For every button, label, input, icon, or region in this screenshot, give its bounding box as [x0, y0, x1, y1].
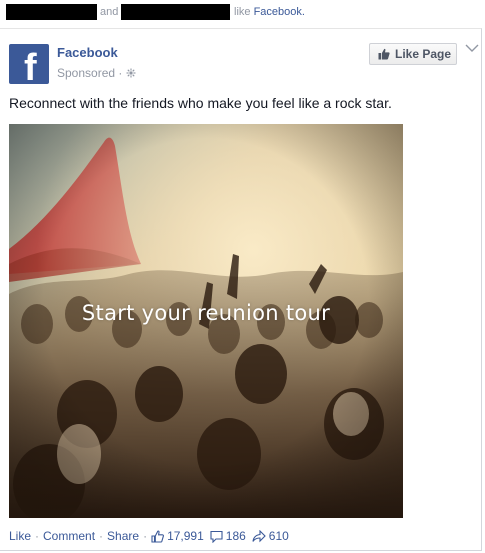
- like-link[interactable]: Like: [9, 529, 31, 543]
- chevron-down-icon[interactable]: [465, 43, 479, 53]
- social-context: and like Facebook.: [0, 0, 485, 24]
- sponsored-post: f Facebook Sponsored · Like Page Reconne…: [0, 28, 482, 551]
- context-and: and: [100, 6, 119, 18]
- share-link[interactable]: Share: [107, 529, 139, 543]
- context-like: like Facebook.: [234, 6, 305, 18]
- post-text: Reconnect with the friends who make you …: [9, 95, 392, 111]
- likes-count[interactable]: 17,991: [151, 529, 204, 543]
- share-arrow-icon: [252, 529, 266, 542]
- facebook-logo-icon: f: [24, 47, 37, 84]
- redacted-name: [121, 4, 230, 20]
- like-page-button[interactable]: Like Page: [369, 43, 457, 65]
- context-page-link[interactable]: Facebook.: [254, 6, 305, 18]
- thumbs-up-icon: [151, 530, 165, 543]
- redacted-name: [6, 4, 97, 20]
- thumbs-up-icon: [378, 48, 390, 60]
- comment-link[interactable]: Comment: [43, 529, 95, 543]
- post-image[interactable]: Start your reunion tour: [9, 124, 403, 518]
- comment-icon: [210, 530, 223, 543]
- page-name-link[interactable]: Facebook: [57, 45, 118, 60]
- page-avatar[interactable]: f: [9, 44, 49, 84]
- globe-icon: [126, 68, 136, 78]
- shares-count[interactable]: 610: [252, 529, 289, 543]
- comments-count[interactable]: 186: [210, 529, 246, 543]
- sponsored-label: Sponsored ·: [57, 66, 136, 80]
- image-caption: Start your reunion tour: [81, 301, 331, 325]
- post-actions: Like · Comment · Share · 17,991 186 610: [9, 529, 289, 543]
